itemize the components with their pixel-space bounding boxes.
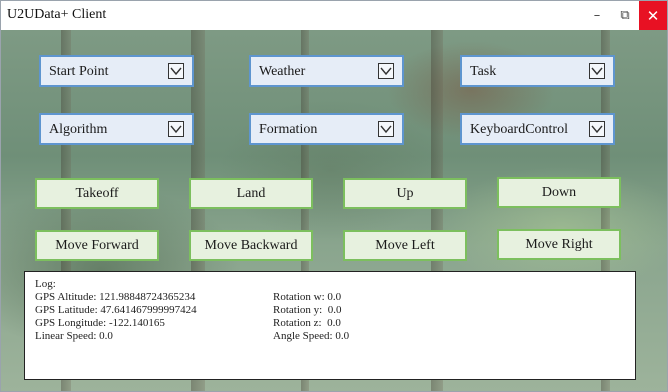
chevron-down-icon[interactable] <box>589 121 605 137</box>
takeoff-button[interactable]: Takeoff <box>35 178 159 209</box>
window-title: U2UData+ Client <box>7 7 107 22</box>
chevron-down-icon[interactable] <box>589 63 605 79</box>
move-forward-button[interactable]: Move Forward <box>35 230 159 261</box>
title-bar[interactable]: U2UData+ Client – ⧉ ✕ <box>1 1 667 30</box>
gps-longitude: GPS Longitude: -122.140165 <box>35 317 165 329</box>
up-button[interactable]: Up <box>343 178 467 209</box>
rotation-y: Rotation y: 0.0 <box>273 304 342 316</box>
weather-dropdown[interactable]: Weather <box>249 55 404 87</box>
minimize-icon[interactable]: – <box>583 1 611 30</box>
land-button[interactable]: Land <box>189 178 313 209</box>
task-dropdown[interactable]: Task <box>460 55 615 87</box>
chevron-down-icon[interactable] <box>378 121 394 137</box>
formation-dropdown[interactable]: Formation <box>249 113 404 145</box>
log-left-column: Log: GPS Altitude: 121.98848724365234 GP… <box>35 278 197 343</box>
move-left-button[interactable]: Move Left <box>343 230 467 261</box>
dropdown-label: Task <box>470 64 497 79</box>
gps-altitude: GPS Altitude: 121.98848724365234 <box>35 291 196 303</box>
move-right-button[interactable]: Move Right <box>497 229 621 260</box>
chevron-down-icon[interactable] <box>378 63 394 79</box>
keyboard-control-dropdown[interactable]: KeyboardControl <box>460 113 615 145</box>
start-point-dropdown[interactable]: Start Point <box>39 55 194 87</box>
dropdown-label: Start Point <box>49 64 109 79</box>
dropdown-label: Formation <box>259 122 318 137</box>
gps-latitude: GPS Latitude: 47.641467999997424 <box>35 304 197 316</box>
dropdown-label: Algorithm <box>49 122 108 137</box>
drone-background: Start Point Weather Task Algorithm Forma… <box>1 30 667 391</box>
algorithm-dropdown[interactable]: Algorithm <box>39 113 194 145</box>
rotation-z: Rotation z: 0.0 <box>273 317 341 329</box>
chevron-down-icon[interactable] <box>168 121 184 137</box>
linear-speed: Linear Speed: 0.0 <box>35 330 113 342</box>
log-header: Log: <box>35 278 56 290</box>
move-backward-button[interactable]: Move Backward <box>189 230 313 261</box>
log-panel[interactable]: Log: GPS Altitude: 121.98848724365234 GP… <box>24 271 636 380</box>
restore-icon[interactable]: ⧉ <box>611 1 639 30</box>
close-icon[interactable]: ✕ <box>639 1 667 30</box>
dropdown-label: Weather <box>259 64 306 79</box>
app-window: U2UData+ Client – ⧉ ✕ Start Point Weathe… <box>0 0 668 392</box>
angle-speed: Angle Speed: 0.0 <box>273 330 350 342</box>
chevron-down-icon[interactable] <box>168 63 184 79</box>
down-button[interactable]: Down <box>497 177 621 208</box>
dropdown-label: KeyboardControl <box>470 122 568 137</box>
log-right-column: Rotation w: 0.0 Rotation y: 0.0 Rotation… <box>273 291 349 343</box>
rotation-w: Rotation w: 0.0 <box>273 291 342 303</box>
